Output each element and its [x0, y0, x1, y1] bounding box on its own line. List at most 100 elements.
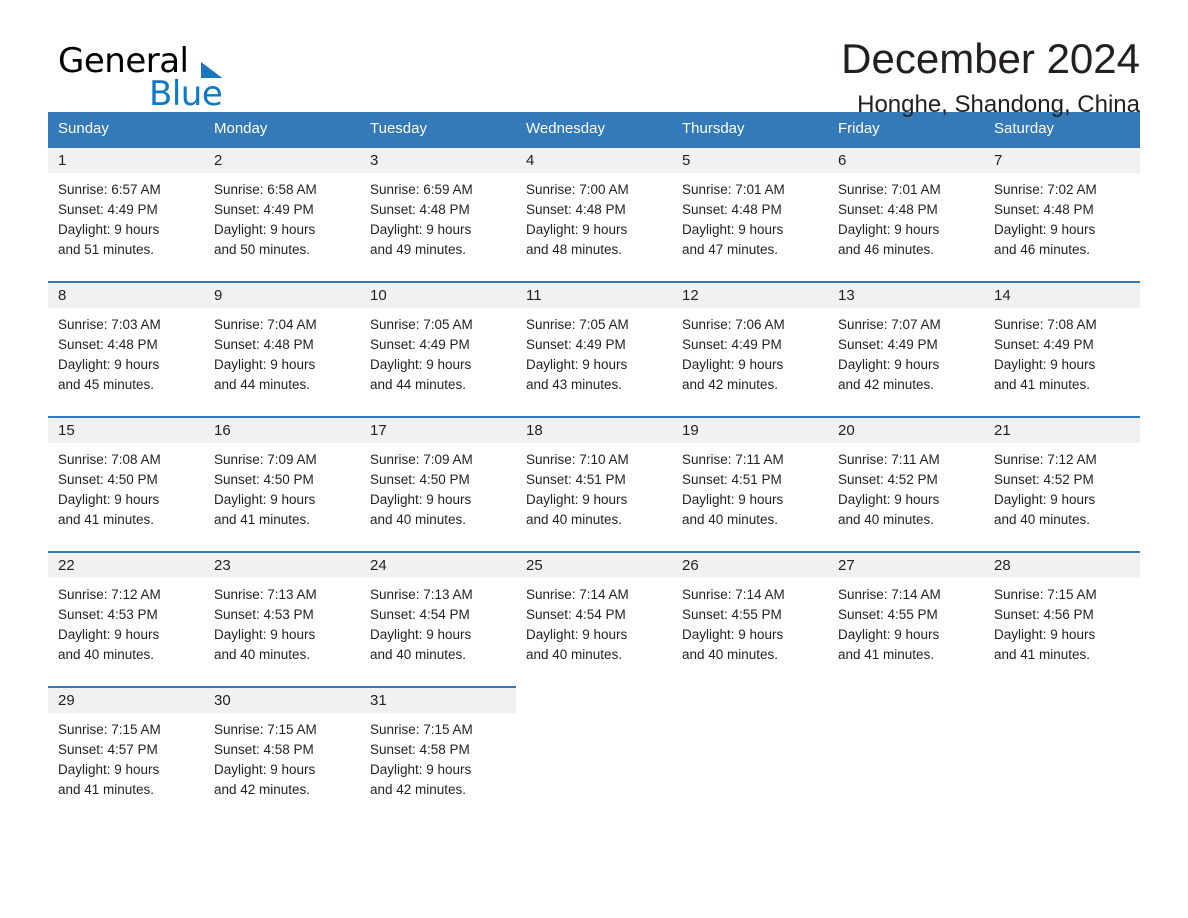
day-number: 11	[516, 283, 672, 308]
sunset-text: Sunset: 4:49 PM	[682, 337, 782, 352]
day-cell-1[interactable]: 1 Sunrise: 6:57 AM Sunset: 4:49 PM Daylight…	[48, 146, 204, 281]
day-details: Sunrise: 7:01 AM Sunset: 4:48 PM Daylight:…	[828, 173, 984, 260]
day-cell-24[interactable]: 24 Sunrise: 7:13 AM Sunset: 4:54 PM Dayligh…	[360, 551, 516, 686]
day-cell-8[interactable]: 8 Sunrise: 7:03 AM Sunset: 4:48 PM Daylight…	[48, 281, 204, 416]
calendar-cell: 22 Sunrise: 7:12 AM Sunset: 4:53 PM Dayligh…	[48, 551, 204, 686]
day-number: 26	[672, 553, 828, 578]
daylight-text-line2: and 42 minutes.	[214, 782, 311, 797]
sunrise-text: Sunrise: 7:01 AM	[838, 182, 941, 197]
sunrise-text: Sunrise: 7:15 AM	[370, 722, 473, 737]
day-cell-26[interactable]: 26 Sunrise: 7:14 AM Sunset: 4:55 PM Dayligh…	[672, 551, 828, 686]
daylight-text-line1: Daylight: 9 hours	[370, 762, 472, 777]
day-cell-19[interactable]: 19 Sunrise: 7:11 AM Sunset: 4:51 PM Dayligh…	[672, 416, 828, 551]
daylight-text-line2: and 43 minutes.	[526, 377, 623, 392]
day-cell-27[interactable]: 27 Sunrise: 7:14 AM Sunset: 4:55 PM Dayligh…	[828, 551, 984, 686]
sunrise-text: Sunrise: 6:57 AM	[58, 182, 161, 197]
sunrise-text: Sunrise: 7:01 AM	[682, 182, 785, 197]
calendar-cell: 18 Sunrise: 7:10 AM Sunset: 4:51 PM Dayligh…	[516, 416, 672, 551]
calendar-cell: 27 Sunrise: 7:14 AM Sunset: 4:55 PM Dayligh…	[828, 551, 984, 686]
day-cell-16[interactable]: 16 Sunrise: 7:09 AM Sunset: 4:50 PM Dayligh…	[204, 416, 360, 551]
sunrise-text: Sunrise: 7:15 AM	[214, 722, 317, 737]
daylight-text-line1: Daylight: 9 hours	[58, 627, 160, 642]
day-number: 8	[48, 283, 204, 308]
daylight-text-line2: and 40 minutes.	[526, 647, 623, 662]
day-cell-13[interactable]: 13 Sunrise: 7:07 AM Sunset: 4:49 PM Dayligh…	[828, 281, 984, 416]
day-cell-7[interactable]: 7 Sunrise: 7:02 AM Sunset: 4:48 PM Daylight…	[984, 146, 1140, 281]
sunset-text: Sunset: 4:49 PM	[370, 337, 470, 352]
sunrise-text: Sunrise: 7:14 AM	[838, 587, 941, 602]
day-cell-23[interactable]: 23 Sunrise: 7:13 AM Sunset: 4:53 PM Dayligh…	[204, 551, 360, 686]
daylight-text-line1: Daylight: 9 hours	[838, 627, 940, 642]
day-cell-21[interactable]: 21 Sunrise: 7:12 AM Sunset: 4:52 PM Dayligh…	[984, 416, 1140, 551]
sunset-text: Sunset: 4:53 PM	[214, 607, 314, 622]
day-cell-20[interactable]: 20 Sunrise: 7:11 AM Sunset: 4:52 PM Dayligh…	[828, 416, 984, 551]
daylight-text-line2: and 42 minutes.	[682, 377, 779, 392]
daylight-text-line1: Daylight: 9 hours	[838, 357, 940, 372]
daylight-text-line1: Daylight: 9 hours	[838, 492, 940, 507]
calendar-cell: 7 Sunrise: 7:02 AM Sunset: 4:48 PM Daylight…	[984, 146, 1140, 281]
daylight-text-line2: and 41 minutes.	[994, 377, 1091, 392]
day-cell-30[interactable]: 30 Sunrise: 7:15 AM Sunset: 4:58 PM Dayligh…	[204, 686, 360, 821]
daylight-text-line1: Daylight: 9 hours	[58, 357, 160, 372]
day-cell-5[interactable]: 5 Sunrise: 7:01 AM Sunset: 4:48 PM Daylight…	[672, 146, 828, 281]
day-cell-31[interactable]: 31 Sunrise: 7:15 AM Sunset: 4:58 PM Dayligh…	[360, 686, 516, 821]
sunrise-text: Sunrise: 7:15 AM	[994, 587, 1097, 602]
sunset-text: Sunset: 4:49 PM	[58, 202, 158, 217]
sunset-text: Sunset: 4:48 PM	[838, 202, 938, 217]
day-cell-12[interactable]: 12 Sunrise: 7:06 AM Sunset: 4:49 PM Dayligh…	[672, 281, 828, 416]
day-cell-4[interactable]: 4 Sunrise: 7:00 AM Sunset: 4:48 PM Daylight…	[516, 146, 672, 281]
day-details: Sunrise: 7:01 AM Sunset: 4:48 PM Daylight:…	[672, 173, 828, 260]
day-number: 23	[204, 553, 360, 578]
day-cell-3[interactable]: 3 Sunrise: 6:59 AM Sunset: 4:48 PM Daylight…	[360, 146, 516, 281]
calendar-cell: 28 Sunrise: 7:15 AM Sunset: 4:56 PM Dayligh…	[984, 551, 1140, 686]
daylight-text-line1: Daylight: 9 hours	[838, 222, 940, 237]
title-block: December 2024 Honghe, Shandong, China	[841, 34, 1140, 120]
weekday-header-wednesday: Wednesday	[516, 112, 672, 146]
calendar-cell: 19 Sunrise: 7:11 AM Sunset: 4:51 PM Dayligh…	[672, 416, 828, 551]
daylight-text-line1: Daylight: 9 hours	[370, 492, 472, 507]
day-cell-10[interactable]: 10 Sunrise: 7:05 AM Sunset: 4:49 PM Dayligh…	[360, 281, 516, 416]
day-details: Sunrise: 7:09 AM Sunset: 4:50 PM Daylight:…	[204, 443, 360, 530]
day-details: Sunrise: 7:11 AM Sunset: 4:51 PM Daylight:…	[672, 443, 828, 530]
daylight-text-line1: Daylight: 9 hours	[214, 357, 316, 372]
daylight-text-line1: Daylight: 9 hours	[682, 492, 784, 507]
daylight-text-line2: and 51 minutes.	[58, 242, 155, 257]
calendar-week-row: 1 Sunrise: 6:57 AM Sunset: 4:49 PM Daylight…	[48, 146, 1140, 281]
day-cell-25[interactable]: 25 Sunrise: 7:14 AM Sunset: 4:54 PM Dayligh…	[516, 551, 672, 686]
weekday-header-sunday: Sunday	[48, 112, 204, 146]
day-number: 12	[672, 283, 828, 308]
day-cell-17[interactable]: 17 Sunrise: 7:09 AM Sunset: 4:50 PM Dayligh…	[360, 416, 516, 551]
day-cell-9[interactable]: 9 Sunrise: 7:04 AM Sunset: 4:48 PM Daylight…	[204, 281, 360, 416]
daylight-text-line2: and 44 minutes.	[370, 377, 467, 392]
day-number: 4	[516, 148, 672, 173]
day-cell-28[interactable]: 28 Sunrise: 7:15 AM Sunset: 4:56 PM Dayligh…	[984, 551, 1140, 686]
day-cell-14[interactable]: 14 Sunrise: 7:08 AM Sunset: 4:49 PM Dayligh…	[984, 281, 1140, 416]
calendar-cell: 29 Sunrise: 7:15 AM Sunset: 4:57 PM Dayligh…	[48, 686, 204, 821]
day-cell-empty	[828, 686, 984, 821]
day-details: Sunrise: 7:04 AM Sunset: 4:48 PM Daylight:…	[204, 308, 360, 395]
day-cell-2[interactable]: 2 Sunrise: 6:58 AM Sunset: 4:49 PM Daylight…	[204, 146, 360, 281]
calendar-cell: 25 Sunrise: 7:14 AM Sunset: 4:54 PM Dayligh…	[516, 551, 672, 686]
sunset-text: Sunset: 4:52 PM	[994, 472, 1094, 487]
sunrise-text: Sunrise: 7:08 AM	[58, 452, 161, 467]
sunrise-text: Sunrise: 7:11 AM	[838, 452, 940, 467]
day-cell-6[interactable]: 6 Sunrise: 7:01 AM Sunset: 4:48 PM Daylight…	[828, 146, 984, 281]
day-number: 25	[516, 553, 672, 578]
sunrise-text: Sunrise: 6:58 AM	[214, 182, 317, 197]
daylight-text-line2: and 47 minutes.	[682, 242, 779, 257]
day-cell-18[interactable]: 18 Sunrise: 7:10 AM Sunset: 4:51 PM Dayligh…	[516, 416, 672, 551]
day-details: Sunrise: 7:05 AM Sunset: 4:49 PM Daylight:…	[360, 308, 516, 395]
daylight-text-line2: and 40 minutes.	[682, 512, 779, 527]
day-cell-29[interactable]: 29 Sunrise: 7:15 AM Sunset: 4:57 PM Dayligh…	[48, 686, 204, 821]
sunset-text: Sunset: 4:56 PM	[994, 607, 1094, 622]
sunset-text: Sunset: 4:49 PM	[214, 202, 314, 217]
day-details: Sunrise: 7:06 AM Sunset: 4:49 PM Daylight:…	[672, 308, 828, 395]
day-cell-22[interactable]: 22 Sunrise: 7:12 AM Sunset: 4:53 PM Dayligh…	[48, 551, 204, 686]
day-cell-11[interactable]: 11 Sunrise: 7:05 AM Sunset: 4:49 PM Dayligh…	[516, 281, 672, 416]
day-cell-15[interactable]: 15 Sunrise: 7:08 AM Sunset: 4:50 PM Dayligh…	[48, 416, 204, 551]
day-details: Sunrise: 7:03 AM Sunset: 4:48 PM Daylight:…	[48, 308, 204, 395]
daylight-text-line2: and 40 minutes.	[370, 512, 467, 527]
daylight-text-line1: Daylight: 9 hours	[370, 357, 472, 372]
day-details: Sunrise: 7:13 AM Sunset: 4:53 PM Daylight:…	[204, 578, 360, 665]
sunrise-text: Sunrise: 7:08 AM	[994, 317, 1097, 332]
